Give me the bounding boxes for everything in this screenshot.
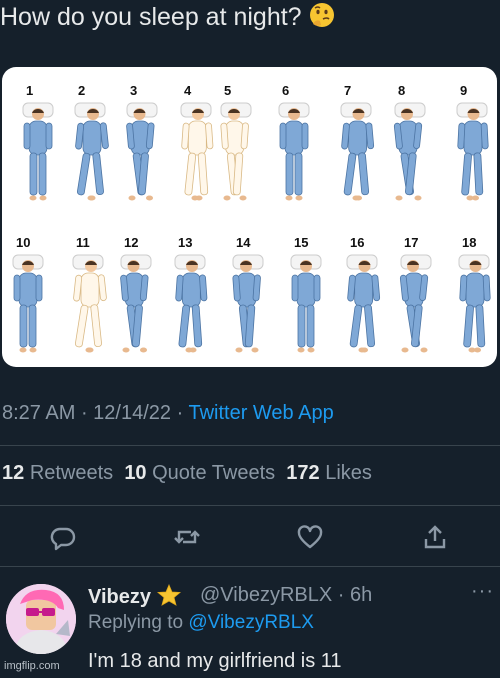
sleeping-figure [122,101,162,211]
pose-number: 15 [294,235,309,250]
reply-handle-line: @VibezyRBLX · 6h [200,584,372,607]
reply-author[interactable]: Vibezy [88,583,181,609]
tweet-date[interactable]: 12/14/22 [93,402,171,424]
reply-tweet[interactable]: Vibezy @VibezyRBLX · 6h ··· Replying to … [0,570,500,678]
pose-number: 10 [16,235,31,250]
watermark: imgflip.com [4,660,60,672]
reply-text: I'm 18 and my girlfriend is 11 [88,650,342,672]
sleeping-figure [170,253,210,363]
retweet-button[interactable] [170,520,204,554]
sleeping-figure [228,253,268,363]
divider [0,505,500,506]
retweets-stat[interactable]: 12 Retweets [2,462,113,484]
sleeping-figure [452,101,492,211]
share-icon [424,525,446,549]
sleeping-figure [396,253,436,363]
tweet-meta: 8:27 AM · 12/14/22 · Twitter Web App [2,402,334,425]
pose-number: 2 [78,83,86,98]
retweet-icon [174,530,200,544]
pose-number: 13 [178,235,193,250]
sleeping-figure [176,101,216,211]
quotes-label: Quote Tweets [152,462,276,484]
pose-number: 3 [130,83,138,98]
likes-count: 172 [286,462,320,484]
sleeping-figure [116,253,156,363]
tweet-source-app[interactable]: Twitter Web App [188,402,333,424]
reply-icon [50,527,76,551]
sleeping-figure [8,253,48,363]
pose-number: 1 [26,83,34,98]
sleeping-figure [454,253,494,363]
divider [0,445,500,446]
reply-button[interactable] [46,520,80,554]
like-button[interactable] [293,520,327,554]
pose-number: 6 [282,83,290,98]
retweets-label: Retweets [29,462,114,484]
reply-time[interactable]: 6h [350,584,372,606]
thinking-face-icon [309,2,335,35]
share-button[interactable] [418,520,452,554]
pose-number: 5 [224,83,232,98]
meta-separator: · [171,402,189,424]
pose-number: 18 [462,235,477,250]
sleeping-figure [286,253,326,363]
quotes-count: 10 [124,462,147,484]
retweets-count: 12 [2,462,25,484]
tweet-time: 8:27 AM [2,402,76,424]
sleeping-figure [390,101,430,211]
sleeping-figure [68,253,108,363]
pose-number: 14 [236,235,251,250]
likes-stat[interactable]: 172 Likes [286,462,372,484]
star-icon [156,583,181,606]
pose-number: 8 [398,83,406,98]
tweet-image[interactable]: 1 2 3 4 5 6 7 8 9 10 11 12 13 14 15 16 17 18 [2,67,497,367]
pose-number: 12 [124,235,139,250]
sleeping-figure [70,101,110,211]
pose-number: 7 [344,83,352,98]
replying-to: Replying to @VibezyRBLX [88,612,314,634]
sleeping-figure [274,101,314,211]
sleeping-figure [336,101,376,211]
replying-to-mention[interactable]: @VibezyRBLX [188,612,314,633]
sleeping-figure [342,253,382,363]
pose-number: 16 [350,235,365,250]
avatar[interactable] [6,584,76,654]
like-icon [297,525,323,549]
reply-handle[interactable]: @VibezyRBLX [200,584,332,606]
pose-number: 17 [404,235,419,250]
sleeping-figure [216,101,256,211]
tweet-text: How do you sleep at night? [0,2,335,35]
sleeping-figure [18,101,58,211]
tweet-text-content: How do you sleep at night? [0,3,302,32]
pose-number: 9 [460,83,468,98]
quotes-stat[interactable]: 10 Quote Tweets [124,462,275,484]
pose-number: 4 [184,83,192,98]
divider [0,566,500,567]
more-options-icon[interactable]: ··· [471,580,494,603]
meta-separator: · [332,584,350,606]
pose-number: 11 [76,235,90,250]
tweet-stats: 12 Retweets 10 Quote Tweets 172 Likes [2,462,372,485]
reply-author-name: Vibezy [88,586,151,608]
replying-to-prefix: Replying to [88,612,189,633]
meta-separator: · [75,402,94,424]
likes-label: Likes [325,462,372,484]
